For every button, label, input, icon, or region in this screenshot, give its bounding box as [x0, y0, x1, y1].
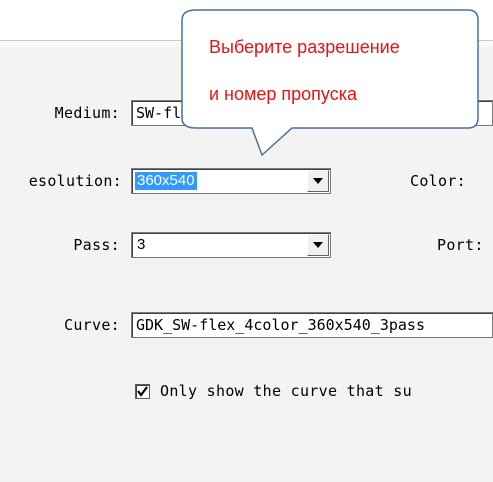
only-show-checkbox[interactable] — [135, 384, 150, 399]
only-show-label: Only show the curve that su — [160, 382, 412, 400]
pass-label: Pass: — [73, 236, 120, 254]
resolution-dropdown-button[interactable] — [307, 170, 329, 192]
port-label: Port: — [437, 236, 484, 254]
callout-line-2: и номер пропуска — [209, 84, 357, 104]
pass-value: 3 — [137, 236, 146, 253]
curve-label: Curve: — [64, 316, 120, 334]
resolution-select[interactable]: 360x540 — [131, 168, 331, 194]
curve-field[interactable]: GDK_SW-flex_4color_360x540_3pass — [131, 312, 493, 338]
pass-select[interactable]: 3 — [131, 232, 331, 258]
curve-value: GDK_SW-flex_4color_360x540_3pass — [136, 316, 425, 334]
chevron-down-icon — [313, 242, 323, 248]
color-label: Color: — [410, 172, 466, 190]
checkmark-icon — [137, 386, 148, 397]
resolution-label: esolution: — [28, 172, 122, 190]
callout-line-1: Выберите разрешение — [209, 37, 400, 57]
resolution-value: 360x540 — [135, 172, 197, 190]
chevron-down-icon — [313, 178, 323, 184]
pass-dropdown-button[interactable] — [307, 234, 329, 256]
callout-bubble — [181, 9, 479, 157]
